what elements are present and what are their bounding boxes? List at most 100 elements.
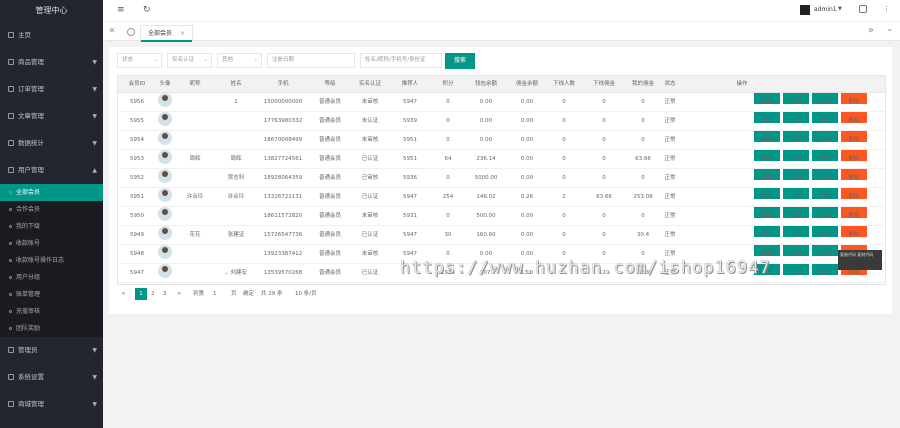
associate-button[interactable]: 关联 <box>812 131 838 142</box>
avatar <box>158 226 172 240</box>
sidebar-subitem-0[interactable]: 全部会员 <box>0 184 103 201</box>
close-icon[interactable]: × <box>180 30 185 37</box>
avatar <box>158 131 172 145</box>
date-input[interactable]: 注册日期 <box>267 53 355 68</box>
sidebar-subitem-5[interactable]: 用户分组 <box>0 269 103 286</box>
tab-all-members[interactable]: 全部会员 × <box>140 25 193 42</box>
associate-button[interactable]: 关联 <box>812 112 838 123</box>
delete-button[interactable]: 删除 <box>841 188 867 199</box>
fullscreen-icon[interactable] <box>859 5 867 13</box>
edit-button[interactable]: 编辑 <box>754 93 780 104</box>
page-confirm-button[interactable]: 确定 <box>243 288 257 300</box>
realname-select-label: 实名认证 <box>172 57 195 63</box>
sidebar-subitem-label: 用户分组 <box>16 274 41 281</box>
edit-button[interactable]: 编辑 <box>754 245 780 256</box>
members-table: 会员ID 头像 昵称 姓名 手机 等级 实名认证 推荐人 积分 钱包余额 佣金余额 下线人数 下线佣金 我… <box>117 75 886 285</box>
sidebar-item-4[interactable]: 数据统计 ▼ <box>0 130 103 157</box>
search-button[interactable]: 搜索 <box>445 53 475 69</box>
status-select[interactable]: 状态 ⌄ <box>117 53 162 68</box>
edit-button[interactable]: 编辑 <box>754 226 780 237</box>
page-prev-button[interactable]: < <box>121 288 129 300</box>
sidebar-subitem-label: 我的下级 <box>16 223 41 230</box>
edit-button[interactable]: 编辑 <box>754 112 780 123</box>
delete-button[interactable]: 删除 <box>841 169 867 180</box>
sidebar-subitem-1[interactable]: 合作会员 <box>0 201 103 218</box>
sidebar-subitem-3[interactable]: 收款账号 <box>0 235 103 252</box>
cell-wallet: 236.14 <box>476 156 496 162</box>
subordinates-button[interactable]: 下级 <box>783 188 809 199</box>
avatar <box>158 93 172 107</box>
tab-prev-icon[interactable]: « <box>109 25 115 36</box>
bullet-icon <box>9 208 12 211</box>
page-next-button[interactable]: > <box>177 288 185 300</box>
refresh-icon[interactable]: ↻ <box>143 5 151 15</box>
sidebar-subitem-2[interactable]: 我的下级 <box>0 218 103 235</box>
keyword-input-placeholder: 姓名/昵称/手机号/身份证 <box>365 57 426 63</box>
associate-button[interactable]: 关联 <box>812 188 838 199</box>
subordinates-button[interactable]: 下级 <box>783 207 809 218</box>
menu-icon <box>8 140 14 146</box>
edit-button[interactable]: 编辑 <box>754 188 780 199</box>
associate-button[interactable]: 关联 <box>812 150 838 161</box>
realname-select[interactable]: 实名认证 ⌄ <box>167 53 212 68</box>
page-size-select[interactable]: 10 条/页 <box>295 288 331 300</box>
more-dots-icon[interactable]: ⋮ <box>883 5 890 13</box>
menu-toggle-icon[interactable]: ≡ <box>117 5 125 15</box>
other-select[interactable]: 其他 ⌄ <box>217 53 262 68</box>
user-avatar[interactable] <box>800 5 810 15</box>
cell-down: 0 <box>562 118 566 124</box>
user-chevron-down-icon[interactable]: ▼ <box>838 6 842 12</box>
associate-button[interactable]: 关联 <box>812 207 838 218</box>
subordinates-button[interactable]: 下级 <box>783 169 809 180</box>
sidebar-bottom-item-1[interactable]: 系统设置 ▼ <box>0 364 103 391</box>
associate-button[interactable]: 关联 <box>812 93 838 104</box>
delete-button[interactable]: 删除 <box>841 226 867 237</box>
page-3-button[interactable]: 3 <box>163 288 171 300</box>
delete-button[interactable]: 删除 <box>841 207 867 218</box>
subordinates-button[interactable]: 下级 <box>783 264 809 275</box>
edit-button[interactable]: 编辑 <box>754 207 780 218</box>
edit-button[interactable]: 编辑 <box>754 131 780 142</box>
page-number-input[interactable]: 1 <box>213 288 227 300</box>
delete-button[interactable]: 删除 <box>841 112 867 123</box>
sidebar-item-5[interactable]: 用户管理 ▲ <box>0 157 103 184</box>
associate-button[interactable]: 关联 <box>812 169 838 180</box>
keyword-input[interactable]: 姓名/昵称/手机号/身份证 <box>360 53 442 68</box>
edit-button[interactable]: 编辑 <box>754 169 780 180</box>
cell-name: 贾志科 <box>227 175 245 181</box>
subordinates-button[interactable]: 下级 <box>783 150 809 161</box>
sidebar-subitem-6[interactable]: 账单管理 <box>0 286 103 303</box>
cell-phone: 13827724561 <box>263 156 303 162</box>
subordinates-button[interactable]: 下级 <box>783 226 809 237</box>
sidebar-bottom-item-0[interactable]: 管理员 ▼ <box>0 337 103 364</box>
delete-button[interactable]: 删除 <box>841 131 867 142</box>
subordinates-button[interactable]: 下级 <box>783 245 809 256</box>
tab-next-icon[interactable]: » <box>868 25 874 36</box>
subordinates-button[interactable]: 下级 <box>783 131 809 142</box>
cell-name: 许合玲 <box>227 194 245 200</box>
edit-button[interactable]: 编辑 <box>754 150 780 161</box>
home-tab-icon[interactable] <box>127 28 135 36</box>
sidebar-bottom-item-2[interactable]: 商城管理 ▼ <box>0 391 103 418</box>
sidebar-item-label: 文章管理 <box>18 112 44 120</box>
sidebar-subitem-7[interactable]: 充值审核 <box>0 303 103 320</box>
subordinates-button[interactable]: 下级 <box>783 112 809 123</box>
subordinates-button[interactable]: 下级 <box>783 93 809 104</box>
delete-button[interactable]: 删除 <box>841 93 867 104</box>
page-2-button[interactable]: 2 <box>151 288 159 300</box>
sidebar-subitem-4[interactable]: 收款账号操作日志 <box>0 252 103 269</box>
tab-menu-chevron-icon[interactable]: ⌄ <box>886 24 894 34</box>
page-1-button[interactable]: 1 <box>135 288 147 300</box>
user-name[interactable]: admin1 <box>814 6 837 13</box>
sidebar-subitem-8[interactable]: 团队奖励 <box>0 320 103 337</box>
sidebar-item-1[interactable]: 商品管理 ▼ <box>0 49 103 76</box>
sidebar-item-0[interactable]: 主页 <box>0 22 103 49</box>
associate-button[interactable]: 关联 <box>812 264 838 275</box>
sidebar-item-3[interactable]: 文章管理 ▼ <box>0 103 103 130</box>
associate-button[interactable]: 关联 <box>812 226 838 237</box>
sidebar-item-2[interactable]: 订单管理 ▼ <box>0 76 103 103</box>
associate-button[interactable]: 关联 <box>812 245 838 256</box>
cell-down: 0 <box>562 213 566 219</box>
delete-button[interactable]: 删除 <box>841 150 867 161</box>
cell-id: 5952 <box>130 175 144 181</box>
